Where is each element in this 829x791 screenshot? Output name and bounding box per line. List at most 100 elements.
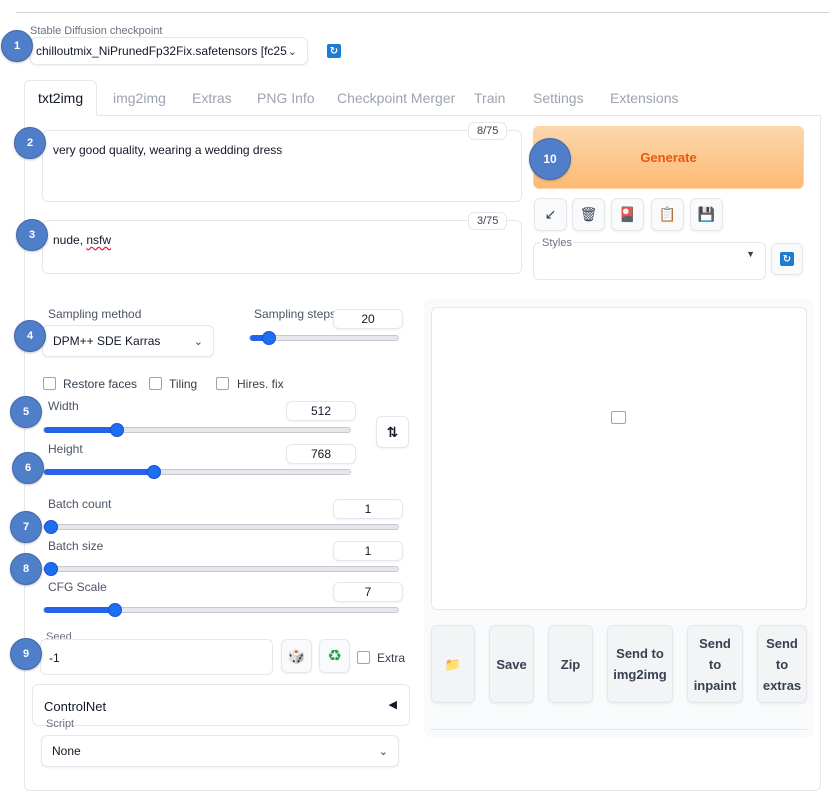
annotation-badge-8: 8 — [10, 553, 42, 585]
swap-dimensions-button[interactable]: ⇅ — [376, 416, 409, 448]
top-divider — [16, 12, 829, 13]
output-gallery — [431, 307, 807, 610]
batch-count-slider[interactable] — [43, 520, 399, 534]
height-input[interactable]: 768 — [286, 444, 356, 464]
sampling-steps-slider[interactable] — [249, 331, 399, 345]
tab-txt2img[interactable]: txt2img — [24, 80, 98, 116]
image-placeholder-icon — [611, 411, 626, 424]
tiling-checkbox[interactable] — [149, 377, 162, 390]
batch-count-input[interactable]: 1 — [333, 499, 403, 519]
annotation-badge-10: 10 — [529, 138, 571, 180]
send-to-img2img-button[interactable]: Send to img2img — [607, 625, 673, 703]
tab-checkpoint-merger[interactable]: Checkpoint Merger — [337, 80, 455, 116]
folder-icon: 📁 — [444, 656, 462, 672]
negative-prompt-token-counter: 3/75 — [468, 212, 508, 230]
tab-settings[interactable]: Settings — [533, 80, 584, 116]
width-slider[interactable] — [43, 423, 351, 437]
controlnet-accordion[interactable]: ControlNet ◀ — [32, 684, 410, 726]
annotation-badge-9: 9 — [10, 638, 42, 670]
collapse-triangle-icon: ◀ — [388, 699, 397, 711]
zip-label: Zip — [560, 656, 581, 672]
script-label: Script — [46, 718, 75, 730]
cfg-scale-slider[interactable] — [43, 603, 399, 617]
checkpoint-label: Stable Diffusion checkpoint — [30, 25, 163, 37]
clipboard-icon: 📋 — [658, 206, 677, 222]
controlnet-label: ControlNet — [44, 699, 107, 714]
slider-fill — [44, 427, 118, 433]
tab-train[interactable]: Train — [474, 80, 505, 116]
slider-thumb[interactable] — [107, 603, 122, 617]
height-slider[interactable] — [43, 465, 351, 479]
width-input[interactable]: 512 — [286, 401, 356, 421]
script-select[interactable]: None ⌄ — [41, 735, 399, 767]
extra-networks-button[interactable]: 🎴 — [611, 198, 644, 231]
open-folder-button[interactable]: 📁 — [431, 625, 475, 703]
send-to-inpaint-line-2: to — [708, 656, 722, 672]
batch-size-input[interactable]: 1 — [333, 541, 403, 561]
tab-png-info[interactable]: PNG Info — [257, 80, 315, 116]
tiling-label: Tiling — [169, 377, 198, 391]
width-label: Width — [48, 399, 79, 413]
sampling-method-value: DPM++ SDE Karras — [53, 334, 161, 348]
card-icon: 🎴 — [618, 206, 637, 222]
seed-input[interactable]: -1 — [40, 639, 273, 675]
chevron-down-icon: ⌄ — [378, 745, 388, 758]
refresh-icon: ↻ — [327, 44, 341, 58]
save-style-button[interactable]: 💾 — [690, 198, 723, 231]
annotation-badge-3: 3 — [16, 219, 48, 251]
save-button[interactable]: Save — [489, 625, 534, 703]
sampling-steps-input[interactable]: 20 — [333, 309, 403, 329]
clear-prompt-button[interactable]: 🗑 — [572, 198, 605, 231]
tab-extras[interactable]: Extras — [192, 80, 232, 116]
styles-label: Styles — [540, 237, 574, 249]
apply-style-button[interactable]: 📋 — [651, 198, 684, 231]
script-value: None — [52, 744, 81, 758]
restore-faces-checkbox[interactable] — [43, 377, 56, 390]
sampling-method-label: Sampling method — [48, 307, 142, 321]
slider-fill — [44, 607, 115, 613]
zip-button[interactable]: Zip — [548, 625, 593, 703]
send-to-img2img-line-2: img2img — [613, 667, 667, 682]
slider-thumb[interactable] — [44, 562, 58, 576]
save-label: Save — [496, 656, 527, 672]
send-to-extras-button[interactable]: Send to extras — [757, 625, 807, 703]
send-to-extras-line-1: Send — [766, 635, 798, 651]
cfg-scale-input[interactable]: 7 — [333, 582, 403, 602]
slider-thumb[interactable] — [44, 520, 58, 534]
caret-down-icon: ▼ — [746, 249, 755, 259]
negative-prompt-text: nude, — [53, 233, 87, 247]
batch-count-label: Batch count — [48, 497, 112, 511]
negative-prompt-flagged-word: nsfw — [86, 233, 112, 247]
annotation-badge-2: 2 — [14, 127, 46, 159]
output-divider — [431, 729, 807, 730]
send-to-extras-line-2: to — [775, 656, 789, 672]
send-to-extras-line-3: extras — [762, 677, 802, 693]
reuse-seed-button[interactable]: ♻ — [319, 639, 350, 673]
send-to-inpaint-line-1: Send — [699, 635, 731, 651]
send-to-inpaint-button[interactable]: Send to inpaint — [687, 625, 743, 703]
sampling-steps-label: Sampling steps — [254, 307, 337, 321]
batch-size-slider[interactable] — [43, 562, 399, 576]
sampling-method-select[interactable]: DPM++ SDE Karras ⌄ — [42, 325, 214, 357]
seed-value: -1 — [49, 651, 60, 665]
random-seed-button[interactable]: 🎲 — [281, 639, 312, 673]
styles-dropdown[interactable]: Styles ▼ — [533, 237, 766, 280]
extra-seed-checkbox[interactable] — [357, 651, 370, 664]
annotation-badge-6: 6 — [12, 452, 44, 484]
prompt-input[interactable]: very good quality, wearing a wedding dre… — [42, 130, 522, 202]
hires-fix-checkbox[interactable] — [216, 377, 229, 390]
checkpoint-select[interactable]: chilloutmix_NiPrunedFp32Fix.safetensors … — [30, 37, 308, 65]
annotation-badge-1: 1 — [1, 30, 33, 62]
checkpoint-refresh-button[interactable]: ↻ — [320, 37, 348, 65]
annotation-badge-4: 4 — [14, 320, 46, 352]
trash-icon: 🗑 — [579, 206, 598, 222]
tab-extensions[interactable]: Extensions — [610, 80, 678, 116]
tab-bar: txt2img img2img Extras PNG Info Checkpoi… — [16, 80, 829, 116]
generate-button[interactable]: Generate — [533, 126, 804, 189]
styles-refresh-button[interactable]: ↻ — [771, 243, 803, 275]
dice-icon: 🎲 — [287, 647, 306, 664]
negative-prompt-input[interactable]: nude, nsfw — [42, 220, 522, 274]
extra-seed-label: Extra — [377, 651, 406, 665]
tab-img2img[interactable]: img2img — [113, 80, 166, 116]
read-params-button[interactable]: ↙ — [534, 198, 567, 231]
